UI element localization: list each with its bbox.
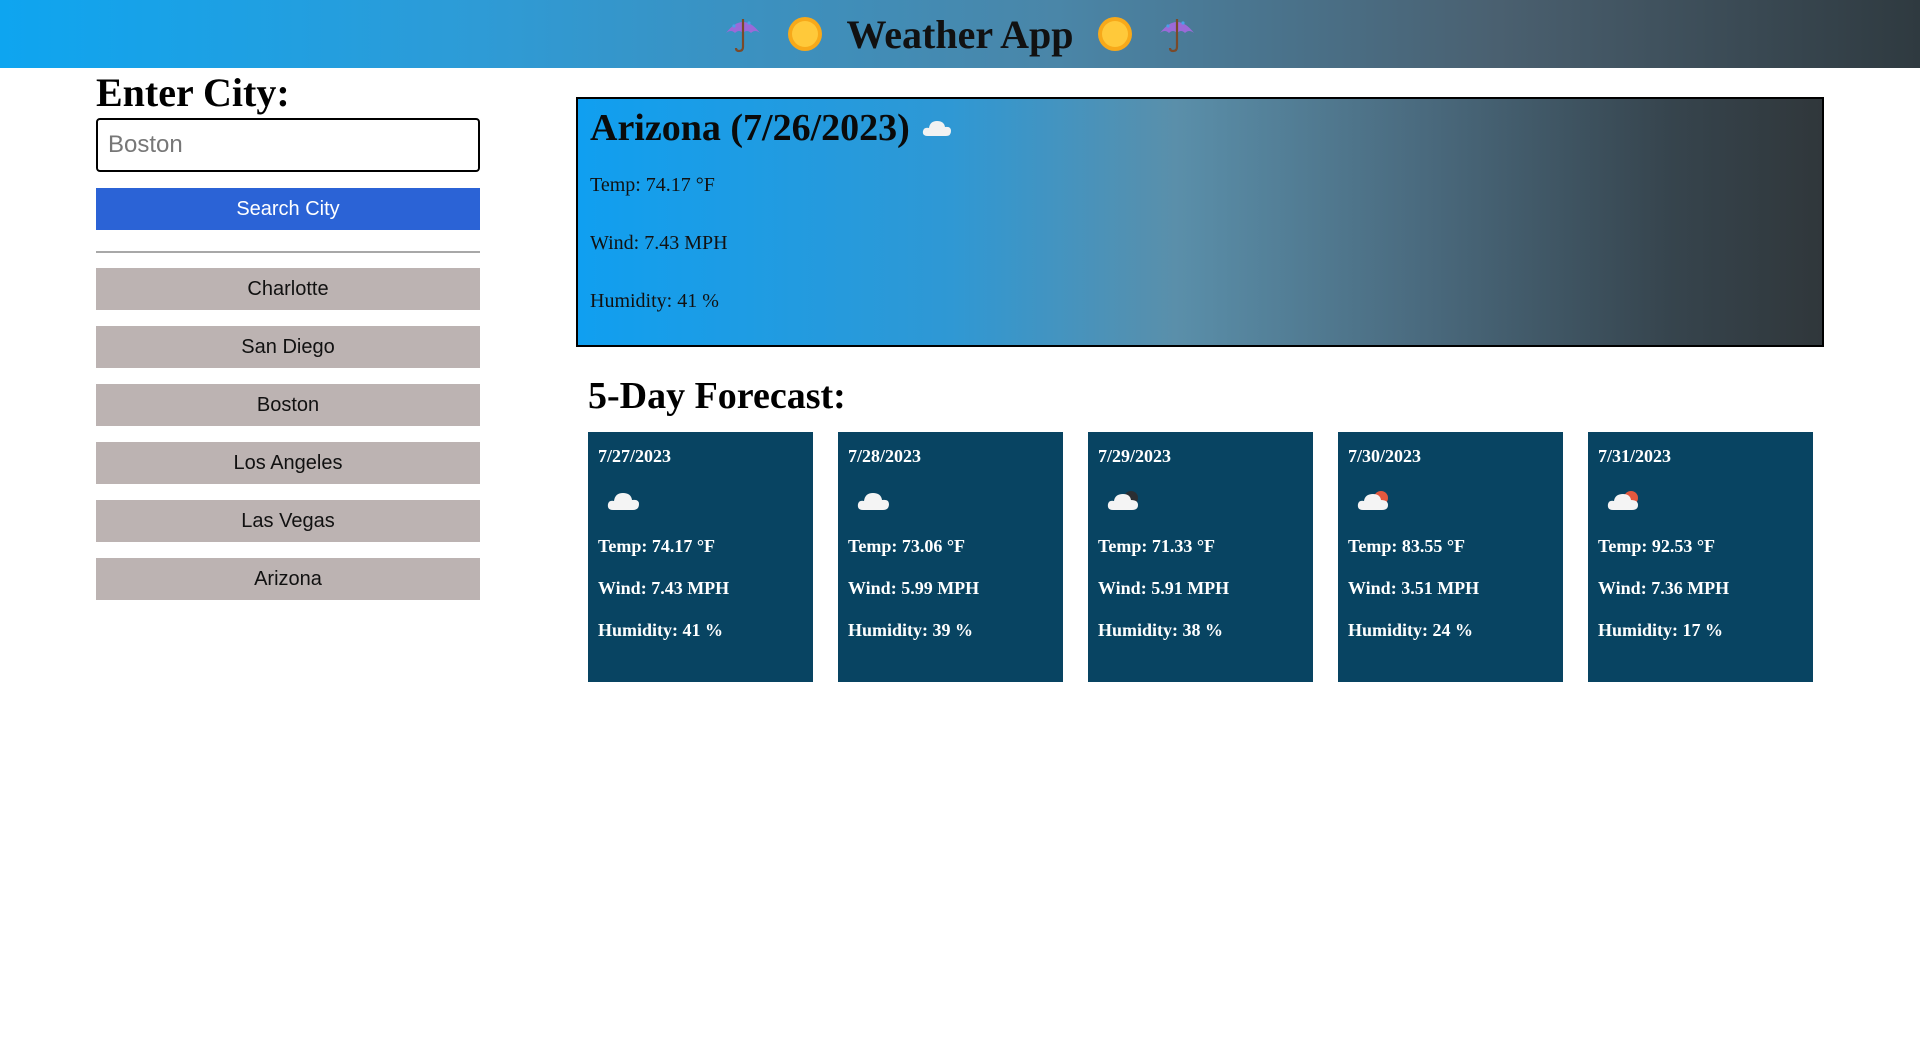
umbrella-icon <box>722 13 764 55</box>
forecast-wind: Wind: 7.43 MPH <box>598 578 730 598</box>
forecast-card: 7/29/2023 Temp: 71.33 °F Wind: 5.91 MPH … <box>1088 432 1313 682</box>
forecast-card: 7/31/2023 Temp: 92.53 °F Wind: 7.36 MPH … <box>1588 432 1813 682</box>
forecast-temp: Temp: 74.17 °F <box>598 536 716 556</box>
forecast-humidity: Humidity: 24 % <box>1348 620 1474 640</box>
forecast-humidity: Humidity: 41 % <box>598 620 724 640</box>
forecast-humidity: Humidity: 38 % <box>1098 620 1224 640</box>
forecast-card: 7/30/2023 Temp: 83.55 °F Wind: 3.51 MPH … <box>1338 432 1563 682</box>
forecast-temp: Temp: 73.06 °F <box>848 536 966 556</box>
history-button-boston[interactable]: Boston <box>96 384 480 426</box>
history-button-charlotte[interactable]: Charlotte <box>96 268 480 310</box>
cloud-sun-icon <box>1604 482 1644 522</box>
cloud-icon <box>854 482 894 522</box>
enter-city-heading: Enter City: <box>96 70 290 115</box>
forecast-temp: Temp: 71.33 °F <box>1098 536 1216 556</box>
forecast-heading: 5-Day Forecast: <box>588 375 846 417</box>
current-temp: Temp: 74.17 °F <box>590 174 715 196</box>
history-button-arizona[interactable]: Arizona <box>96 558 480 600</box>
cloud-sun-icon <box>1354 482 1394 522</box>
app-title: Weather App <box>846 11 1074 57</box>
current-city-date: Arizona (7/26/2023) <box>590 107 910 149</box>
forecast-date: 7/31/2023 <box>1598 446 1672 466</box>
history-button-los-angeles[interactable]: Los Angeles <box>96 442 480 484</box>
forecast-temp: Temp: 83.55 °F <box>1348 536 1466 556</box>
cloud-icon <box>604 482 644 522</box>
forecast-date: 7/28/2023 <box>848 446 922 466</box>
search-sidebar: Enter City: Search City Charlotte San Di… <box>96 68 480 616</box>
forecast-date: 7/30/2023 <box>1348 446 1422 466</box>
header-bar: Weather App <box>0 0 1920 68</box>
sun-icon <box>784 13 826 55</box>
current-humidity: Humidity: 41 % <box>590 290 719 312</box>
search-history-list: Charlotte San Diego Boston Los Angeles L… <box>96 268 480 600</box>
history-button-las-vegas[interactable]: Las Vegas <box>96 500 480 542</box>
forecast-date: 7/29/2023 <box>1098 446 1172 466</box>
forecast-wind: Wind: 5.99 MPH <box>848 578 980 598</box>
forecast-wind: Wind: 7.36 MPH <box>1598 578 1730 598</box>
current-wind: Wind: 7.43 MPH <box>590 232 728 254</box>
city-search-input[interactable] <box>96 118 480 172</box>
forecast-cards: 7/27/2023 Temp: 74.17 °F Wind: 7.43 MPH … <box>588 432 1813 682</box>
forecast-humidity: Humidity: 17 % <box>1598 620 1724 640</box>
cloud-icon <box>920 116 954 140</box>
forecast-card: 7/28/2023 Temp: 73.06 °F Wind: 5.99 MPH … <box>838 432 1063 682</box>
forecast-wind: Wind: 3.51 MPH <box>1348 578 1480 598</box>
current-weather-title: Arizona (7/26/2023) <box>590 103 1810 153</box>
current-weather-panel: Arizona (7/26/2023) Temp: 74.17 °F Wind:… <box>576 97 1824 347</box>
forecast-card: 7/27/2023 Temp: 74.17 °F Wind: 7.43 MPH … <box>588 432 813 682</box>
forecast-humidity: Humidity: 39 % <box>848 620 974 640</box>
forecast-wind: Wind: 5.91 MPH <box>1098 578 1230 598</box>
history-button-san-diego[interactable]: San Diego <box>96 326 480 368</box>
sidebar-divider <box>96 251 480 253</box>
cloud-night-icon <box>1104 482 1144 522</box>
sun-icon <box>1094 13 1136 55</box>
search-city-button[interactable]: Search City <box>96 188 480 230</box>
app-header: Weather App <box>722 11 1197 58</box>
forecast-date: 7/27/2023 <box>598 446 672 466</box>
forecast-temp: Temp: 92.53 °F <box>1598 536 1716 556</box>
umbrella-icon <box>1156 13 1198 55</box>
